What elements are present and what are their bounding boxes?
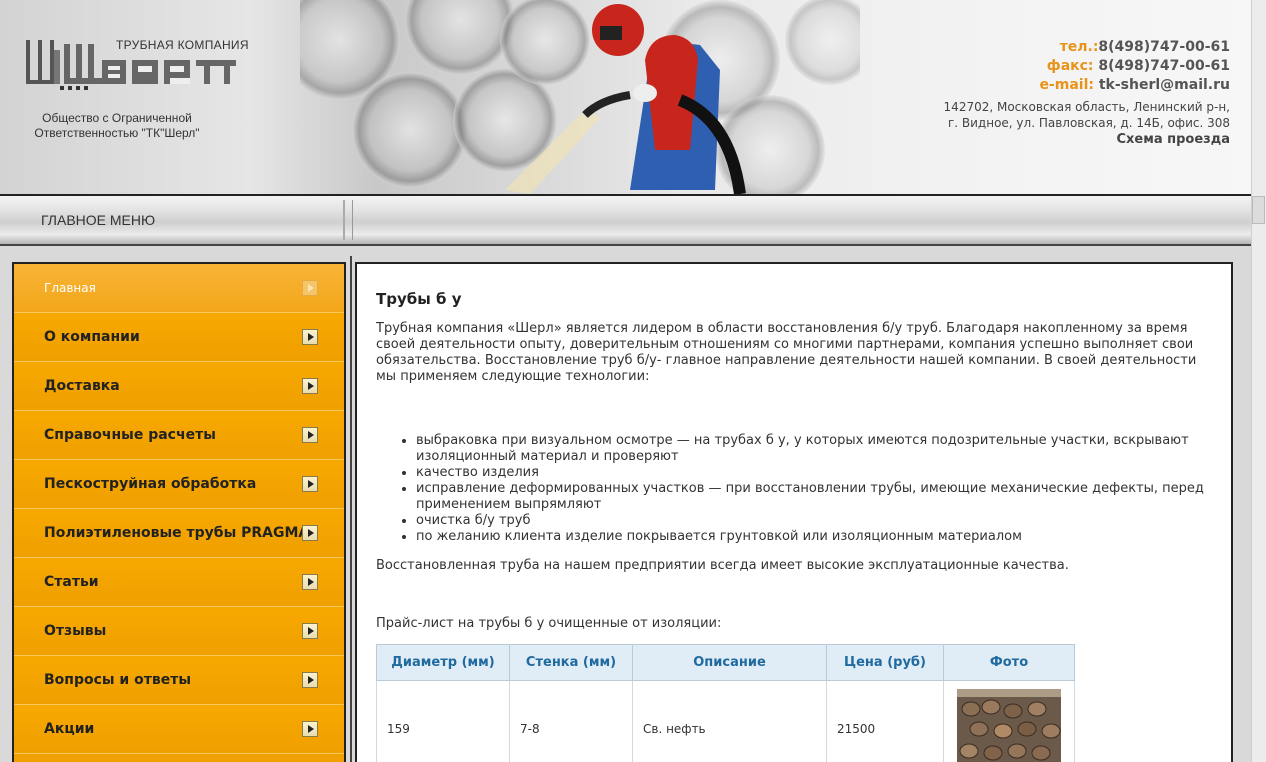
technology-list: выбраковка при визуальном осмотре — на т… — [376, 433, 1206, 545]
address: 142702, Московская область, Ленинский р-… — [944, 99, 1230, 131]
column-header-photo: Фото — [943, 644, 1075, 681]
address-line-1: 142702, Московская область, Ленинский р-… — [943, 100, 1230, 114]
sidebar-item-label: Отзывы — [44, 623, 107, 639]
arrow-right-icon — [302, 525, 318, 541]
outro-paragraph: Восстановленная труба на нашем предприят… — [376, 558, 1069, 573]
arrow-right-icon — [302, 574, 318, 590]
route-map-link[interactable]: Схема проезда — [944, 131, 1230, 149]
sidebar-item-delivery[interactable]: Доставка — [14, 362, 344, 411]
arrow-right-icon — [302, 476, 318, 492]
arrow-right-icon — [302, 378, 318, 394]
table-header-row: Диаметр (мм) Стенка (мм) Описание Цена (… — [376, 644, 1075, 681]
sidebar-menu: Главная О компании Доставка Справочные р… — [12, 262, 346, 762]
price-table: Диаметр (мм) Стенка (мм) Описание Цена (… — [376, 644, 1075, 762]
sidebar-item-pragma[interactable]: Полиэтиленовые трубы PRAGMA — [14, 509, 344, 558]
sidebar-item-label: Справочные расчеты — [44, 427, 216, 443]
sidebar-item-label: Пескоструйная обработка — [44, 476, 257, 492]
menubar-divider-secondary — [352, 200, 353, 240]
list-item: по желанию клиента изделие покрывается г… — [416, 529, 1206, 545]
sidebar-item-home[interactable]: Главная — [14, 264, 344, 313]
email-label: e-mail: — [1039, 77, 1099, 93]
article: Трубы б у Трубная компания «Шерл» являет… — [376, 290, 1206, 762]
cell-description: Св. нефть — [632, 680, 827, 762]
list-item: выбраковка при визуальном осмотре — на т… — [416, 433, 1206, 465]
sidebar-item-label: О компании — [44, 329, 140, 345]
phone-label: тел.: — [1059, 39, 1099, 55]
contact-block: тел.:8(498)747-00-61 факс: 8(498)747-00-… — [944, 38, 1230, 149]
column-header-description: Описание — [632, 644, 827, 681]
page-title: Трубы б у — [376, 290, 462, 308]
phone-number: 8(498)747-00-61 — [1098, 39, 1230, 55]
arrow-right-icon — [302, 623, 318, 639]
page-scrollbar[interactable] — [1251, 0, 1266, 762]
sidebar-item-reviews[interactable]: Отзывы — [14, 607, 344, 656]
list-item: очистка б/у труб — [416, 513, 1206, 529]
email-link[interactable]: tk-sherl@mail.ru — [1099, 77, 1230, 93]
sidebar-item-promotions[interactable]: Акции — [14, 705, 344, 754]
fax-label: факс: — [1046, 58, 1099, 74]
sidebar-item-about[interactable]: О компании — [14, 313, 344, 362]
cell-price: 21500 — [826, 680, 944, 762]
table-row: 159 7-8 Св. нефть 21500 — [376, 680, 1075, 762]
list-item: качество изделия — [416, 465, 1206, 481]
arrow-right-icon — [302, 329, 318, 345]
fax-number: 8(498)747-00-61 — [1098, 58, 1230, 74]
caption-line-1: Общество с Ограниченной — [42, 111, 192, 125]
caption-line-2: Ответственностью "ТК"Шерл" — [34, 126, 200, 140]
list-item: исправление деформированных участков — п… — [416, 481, 1206, 513]
header-pipes-photo — [300, 0, 860, 194]
cell-wall: 7-8 — [509, 680, 633, 762]
sidebar-item-label: Вопросы и ответы — [44, 672, 191, 688]
main-content: Трубы б у Трубная компания «Шерл» являет… — [355, 262, 1233, 762]
phone-line: тел.:8(498)747-00-61 — [944, 38, 1230, 57]
scrollbar-thumb[interactable] — [1252, 196, 1265, 224]
column-header-price: Цена (руб) — [826, 644, 944, 681]
main-menu-bar: ГЛАВНОЕ МЕНЮ — [0, 196, 1252, 246]
column-divider — [350, 256, 352, 762]
price-list-title: Прайс-лист на трубы б у очищенные от изо… — [376, 616, 722, 631]
logo-company-label: ТРУБНАЯ КОМПАНИЯ — [116, 38, 249, 52]
arrow-right-icon — [302, 280, 318, 296]
sidebar-item-faq[interactable]: Вопросы и ответы — [14, 656, 344, 705]
pipe-photo-thumbnail[interactable] — [957, 689, 1061, 762]
column-header-wall: Стенка (мм) — [509, 644, 633, 681]
intro-paragraph: Трубная компания «Шерл» является лидером… — [376, 321, 1197, 384]
sidebar-item-articles[interactable]: Статьи — [14, 558, 344, 607]
sidebar-item-sandblasting[interactable]: Пескоструйная обработка — [14, 460, 344, 509]
sidebar-item-label: Статьи — [44, 574, 99, 590]
arrow-right-icon — [302, 721, 318, 737]
address-line-2: г. Видное, ул. Павловская, д. 14Б, офис.… — [947, 116, 1230, 130]
column-header-diameter: Диаметр (мм) — [376, 644, 510, 681]
email-line: e-mail: tk-sherl@mail.ru — [944, 76, 1230, 95]
cell-diameter: 159 — [376, 680, 510, 762]
main-menu-title: ГЛАВНОЕ МЕНЮ — [41, 212, 156, 228]
arrow-right-icon — [302, 427, 318, 443]
company-legal-name: Общество с Ограниченной Ответственностью… — [22, 111, 212, 141]
sidebar-item-label: Главная — [44, 281, 96, 295]
sidebar-item-label: Акции — [44, 721, 95, 737]
sidebar-item-calculations[interactable]: Справочные расчеты — [14, 411, 344, 460]
arrow-right-icon — [302, 672, 318, 688]
site-header: ТРУБНАЯ КОМПАНИЯ Общество с Ограниченной… — [0, 0, 1252, 196]
sidebar-item-label: Полиэтиленовые трубы PRAGMA — [44, 525, 310, 541]
fax-line: факс: 8(498)747-00-61 — [944, 57, 1230, 76]
cell-photo — [943, 680, 1075, 762]
menubar-divider — [343, 200, 345, 240]
sidebar-item-label: Доставка — [44, 378, 120, 394]
